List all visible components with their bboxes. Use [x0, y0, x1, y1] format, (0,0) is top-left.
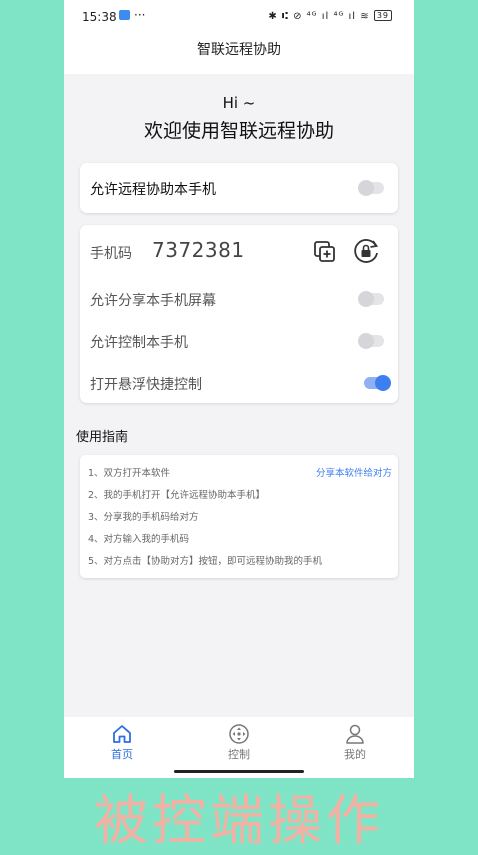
guide-step: 1、双方打开本软件 — [88, 468, 171, 479]
toggle-knob — [358, 180, 374, 196]
guide-step: 5、对方点击【协助对方】按钮，即可远程协助我的手机 — [88, 556, 323, 567]
status-icons: ✱ ⑆ ⊘ ⁴ᴳ ıl ⁴ᴳ ıl ≋ 39 — [268, 10, 392, 22]
guide-step: 4、对方输入我的手机码 — [88, 534, 190, 545]
share-screen-toggle[interactable] — [358, 291, 384, 307]
welcome-title: 欢迎使用智联远程协助 — [143, 120, 334, 142]
floating-control-label: 打开悬浮快捷控制 — [90, 377, 202, 393]
app-notification-icon — [119, 10, 130, 20]
allow-control-toggle[interactable] — [358, 333, 384, 349]
battery-icon: 39 — [373, 10, 392, 21]
toggle-knob — [375, 375, 391, 391]
phone-code-label: 手机码 — [90, 246, 132, 262]
remote-assist-card: 允许远程协助本手机 — [80, 163, 398, 213]
home-icon — [113, 725, 131, 743]
refresh-lock-icon[interactable] — [351, 236, 381, 266]
guide-step: 3、分享我的手机码给对方 — [88, 512, 199, 523]
remote-assist-label: 允许远程协助本手机 — [90, 182, 216, 198]
tab-home-label: 首页 — [111, 748, 133, 761]
status-more: ··· — [134, 8, 146, 22]
tab-profile[interactable]: 我的 — [325, 723, 385, 762]
toggle-knob — [358, 333, 374, 349]
caption-text: 被控端操作 — [94, 789, 384, 852]
user-icon — [346, 724, 364, 744]
greeting: Hi ~ — [222, 94, 256, 112]
tab-profile-label: 我的 — [344, 748, 366, 761]
remote-assist-toggle[interactable] — [358, 180, 384, 196]
tab-control-label: 控制 — [228, 748, 250, 761]
phone-code-value: 7372381 — [152, 238, 245, 262]
page-title: 智联远程协助 — [197, 42, 281, 58]
floating-control-toggle[interactable] — [364, 375, 391, 391]
guide-card: 分享本软件给对方 1、双方打开本软件 2、我的手机打开【允许远程协助本手机】 3… — [80, 455, 398, 578]
allow-control-label: 允许控制本手机 — [90, 335, 188, 351]
copy-icon[interactable] — [312, 239, 338, 265]
phone-screen: 15:38 ··· ✱ ⑆ ⊘ ⁴ᴳ ıl ⁴ᴳ ıl ≋ 39 智联远程协助 … — [64, 0, 414, 778]
tab-home[interactable]: 首页 — [92, 723, 152, 762]
bottom-tab-bar: 首页 控制 我的 — [64, 717, 414, 778]
share-screen-label: 允许分享本手机屏幕 — [90, 293, 216, 309]
home-indicator[interactable] — [174, 770, 304, 773]
signal-icons: ✱ ⑆ ⊘ ⁴ᴳ ıl ⁴ᴳ ıl ≋ — [268, 11, 370, 22]
share-app-link[interactable]: 分享本软件给对方 — [316, 465, 392, 479]
guide-title: 使用指南 — [76, 430, 129, 445]
status-time: 15:38 — [82, 10, 117, 24]
page-title-bar: 智联远程协助 — [64, 34, 414, 74]
guide-step: 2、我的手机打开【允许远程协助本手机】 — [88, 490, 266, 501]
control-icon — [229, 724, 249, 744]
status-bar: 15:38 ··· ✱ ⑆ ⊘ ⁴ᴳ ıl ⁴ᴳ ıl ≋ 39 — [64, 0, 414, 34]
toggle-knob — [358, 291, 374, 307]
phone-code-card: 手机码 7372381 允许分享本手机屏幕 允许控制本手机 打开悬浮快捷控制 — [80, 225, 398, 403]
tab-control[interactable]: 控制 — [209, 723, 269, 762]
